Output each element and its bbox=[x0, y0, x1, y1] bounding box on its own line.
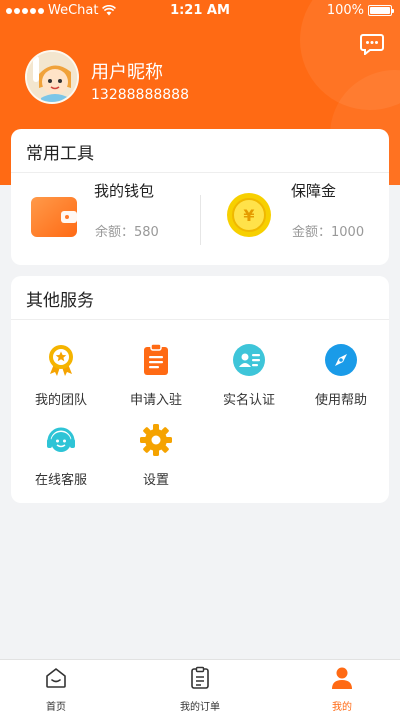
compass-icon bbox=[325, 344, 357, 376]
tab-label: 首页 bbox=[46, 702, 66, 711]
service-label: 申请入驻 bbox=[129, 393, 182, 408]
service-label: 使用帮助 bbox=[314, 393, 367, 408]
service-settings[interactable]: 设置 bbox=[111, 424, 201, 488]
yen-coin-icon: ¥ bbox=[227, 193, 271, 237]
wallet-balance: 余额：580 bbox=[95, 225, 159, 240]
order-clipboard-icon bbox=[191, 666, 209, 689]
other-services-card: 其他服务 我的团队 申请入驻 实名认证 使用帮助 在线客服 设置 bbox=[11, 276, 389, 503]
deposit-name: 保障金 bbox=[291, 182, 337, 200]
status-bar: WeChat 1:21 AM 100% bbox=[0, 0, 400, 22]
service-customer-support[interactable]: 在线客服 bbox=[16, 424, 106, 488]
service-help[interactable]: 使用帮助 bbox=[296, 344, 386, 408]
message-bubble-icon[interactable] bbox=[360, 33, 384, 55]
battery-icon bbox=[368, 5, 394, 16]
tool-divider bbox=[200, 195, 201, 245]
medal-icon bbox=[49, 345, 73, 376]
gear-icon bbox=[140, 424, 172, 456]
service-label: 设置 bbox=[142, 473, 169, 488]
service-my-team[interactable]: 我的团队 bbox=[16, 344, 106, 408]
service-apply-join[interactable]: 申请入驻 bbox=[111, 343, 201, 408]
service-label: 实名认证 bbox=[222, 393, 275, 408]
svg-text:¥: ¥ bbox=[243, 206, 254, 225]
common-tools-title: 常用工具 bbox=[11, 129, 389, 173]
user-nickname[interactable]: 用户昵称 bbox=[91, 58, 163, 84]
service-label: 我的团队 bbox=[34, 393, 87, 408]
wallet-icon bbox=[31, 197, 77, 237]
id-card-icon bbox=[233, 344, 265, 376]
home-icon bbox=[46, 668, 66, 688]
clipboard-icon bbox=[144, 343, 168, 375]
person-icon bbox=[332, 667, 352, 689]
service-label: 在线客服 bbox=[34, 473, 87, 488]
tab-label: 我的订单 bbox=[180, 702, 220, 711]
battery-percent: 100% bbox=[326, 3, 364, 18]
user-phone: 13288888888 bbox=[91, 87, 189, 103]
deposit-amount: 金额：1000 bbox=[292, 225, 365, 240]
tab-my-orders[interactable]: 我的订单 bbox=[160, 666, 240, 711]
headset-icon bbox=[47, 427, 75, 452]
service-real-name[interactable]: 实名认证 bbox=[204, 344, 294, 408]
tab-home[interactable]: 首页 bbox=[16, 666, 96, 711]
other-services-title: 其他服务 bbox=[11, 276, 389, 320]
wallet-name: 我的钱包 bbox=[94, 182, 155, 200]
bottom-tab-bar: 首页 我的订单 我的 bbox=[0, 659, 400, 711]
avatar[interactable] bbox=[25, 50, 79, 104]
tab-label: 我的 bbox=[332, 702, 352, 711]
tab-me[interactable]: 我的 bbox=[302, 666, 382, 711]
common-tools-card: 常用工具 我的钱包 余额：580 ¥ 保障金 金额：1000 bbox=[11, 129, 389, 265]
